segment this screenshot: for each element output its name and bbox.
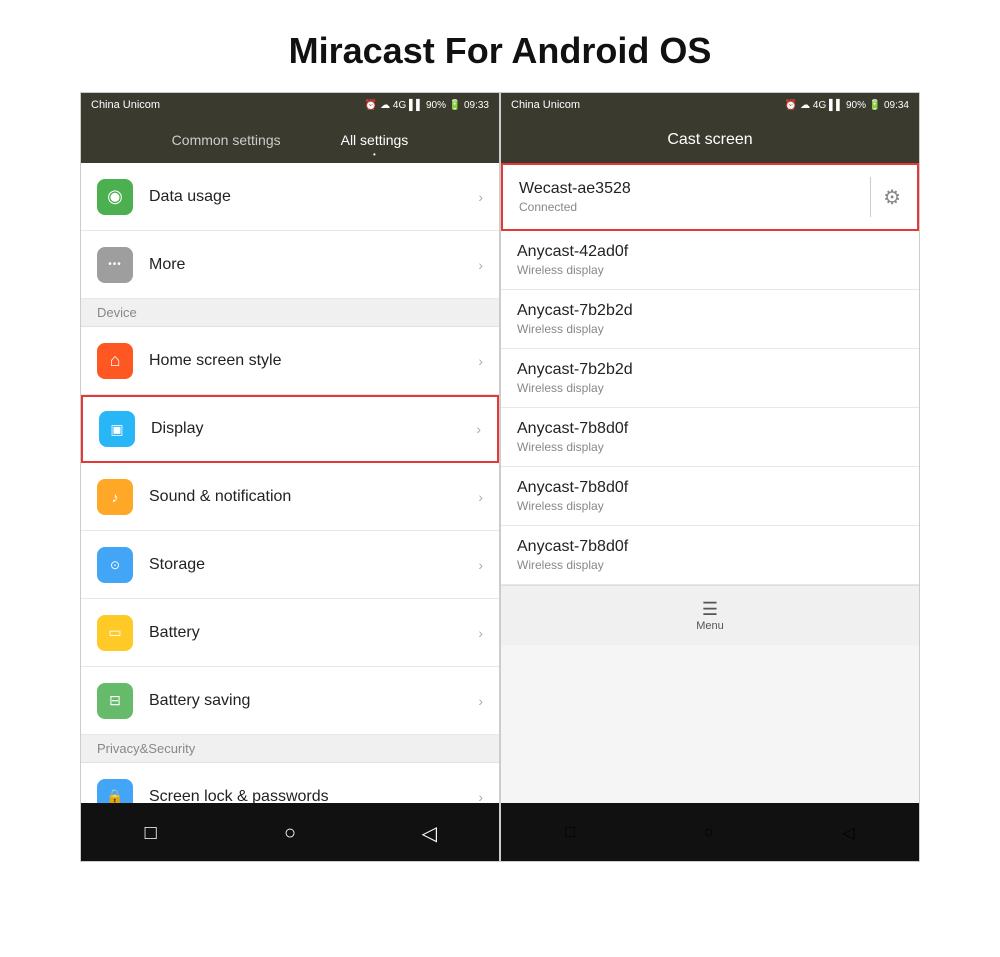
device-name-1: Anycast-42ad0f (517, 243, 628, 261)
battery-saving-chevron: › (478, 693, 483, 709)
left-nav-back[interactable]: ◁ (409, 813, 449, 853)
cast-menu-footer: ☰ Menu (501, 585, 919, 645)
connected-device-info: Wecast-ae3528 Connected (519, 180, 631, 214)
right-nav-back[interactable]: ◁ (842, 823, 854, 843)
cast-settings-icon[interactable]: ⚙ (883, 185, 901, 210)
device-name-3: Anycast-7b2b2d (517, 361, 633, 379)
device-status-3: Wireless display (517, 381, 633, 395)
battery-saving-icon: ⊟ (97, 683, 133, 719)
device-status-4: Wireless display (517, 440, 628, 454)
storage-chevron: › (478, 557, 483, 573)
sound-label: Sound & notification (149, 488, 478, 506)
battery-chevron: › (478, 625, 483, 641)
sound-icon: ♪ (97, 479, 133, 515)
device-name-6: Anycast-7b8d0f (517, 538, 628, 556)
right-status-bar: China Unicom ⏰ ☁ 4G ▌▌ 90% 🔋 09:34 (501, 93, 919, 117)
cast-item-5[interactable]: Anycast-7b8d0f Wireless display (501, 467, 919, 526)
more-chevron: › (478, 257, 483, 273)
tab-all-settings[interactable]: All settings (311, 117, 439, 163)
settings-item-screen-lock[interactable]: 🔒 Screen lock & passwords › (81, 763, 499, 803)
device-name-2: Anycast-7b2b2d (517, 302, 633, 320)
cast-list: Wecast-ae3528 Connected ⚙ Anycast-42ad0f… (501, 163, 919, 803)
left-tab-bar: Common settings All settings (81, 117, 499, 163)
device-name-5: Anycast-7b8d0f (517, 479, 628, 497)
cast-title-bar: Cast screen (501, 117, 919, 163)
cast-item-2[interactable]: Anycast-7b2b2d Wireless display (501, 290, 919, 349)
data-usage-chevron: › (478, 189, 483, 205)
data-usage-label: Data usage (149, 188, 478, 206)
tab-common-settings[interactable]: Common settings (142, 117, 311, 163)
settings-item-battery[interactable]: ▭ Battery › (81, 599, 499, 667)
home-screen-chevron: › (478, 353, 483, 369)
cast-item-6[interactable]: Anycast-7b8d0f Wireless display (501, 526, 919, 585)
connected-device-name: Wecast-ae3528 (519, 180, 631, 198)
menu-hamburger-icon[interactable]: ☰ (702, 600, 718, 618)
page-title: Miracast For Android OS (0, 0, 1000, 92)
left-settings-list: ◉ Data usage › ••• More › Device ⌂ Home … (81, 163, 499, 803)
home-screen-icon: ⌂ (97, 343, 133, 379)
cast-divider (870, 177, 871, 217)
battery-label: Battery (149, 624, 478, 642)
display-icon: ▣ (99, 411, 135, 447)
device-status-6: Wireless display (517, 558, 628, 572)
home-screen-label: Home screen style (149, 352, 478, 370)
right-nav-circle[interactable]: ○ (704, 824, 714, 842)
left-nav-circle[interactable]: ○ (270, 813, 310, 853)
right-nav-bar: □ ○ ◁ (501, 803, 919, 862)
device-status-5: Wireless display (517, 499, 628, 513)
right-nav-square[interactable]: □ (565, 824, 575, 842)
settings-item-display[interactable]: ▣ Display › (81, 395, 499, 463)
settings-item-home-screen[interactable]: ⌂ Home screen style › (81, 327, 499, 395)
settings-item-more[interactable]: ••• More › (81, 231, 499, 299)
cast-item-3[interactable]: Anycast-7b2b2d Wireless display (501, 349, 919, 408)
phones-container: China Unicom ⏰ ☁ 4G ▌▌ 90% 🔋 09:33 Commo… (0, 92, 1000, 862)
storage-label: Storage (149, 556, 478, 574)
device-status-1: Wireless display (517, 263, 628, 277)
device-info-5: Anycast-7b8d0f Wireless display (517, 479, 628, 513)
battery-icon: ▭ (97, 615, 133, 651)
connected-device-right: ⚙ (858, 177, 901, 217)
sound-chevron: › (478, 489, 483, 505)
device-info-1: Anycast-42ad0f Wireless display (517, 243, 628, 277)
cast-item-1[interactable]: Anycast-42ad0f Wireless display (501, 231, 919, 290)
screen-lock-chevron: › (478, 789, 483, 804)
left-carrier: China Unicom (91, 99, 160, 111)
screen-lock-icon: 🔒 (97, 779, 133, 804)
display-chevron: › (476, 421, 481, 437)
cast-title: Cast screen (667, 131, 752, 149)
cast-item-connected[interactable]: Wecast-ae3528 Connected ⚙ (501, 163, 919, 231)
left-nav-square[interactable]: □ (131, 813, 171, 853)
left-nav-bar: □ ○ ◁ (81, 803, 499, 862)
section-device: Device (81, 299, 499, 327)
menu-label: Menu (696, 620, 724, 632)
cast-item-4[interactable]: Anycast-7b8d0f Wireless display (501, 408, 919, 467)
settings-item-sound[interactable]: ♪ Sound & notification › (81, 463, 499, 531)
device-info-2: Anycast-7b2b2d Wireless display (517, 302, 633, 336)
device-info-3: Anycast-7b2b2d Wireless display (517, 361, 633, 395)
right-phone: China Unicom ⏰ ☁ 4G ▌▌ 90% 🔋 09:34 Cast … (500, 92, 920, 862)
device-status-2: Wireless display (517, 322, 633, 336)
settings-item-data-usage[interactable]: ◉ Data usage › (81, 163, 499, 231)
data-usage-icon: ◉ (97, 179, 133, 215)
settings-item-battery-saving[interactable]: ⊟ Battery saving › (81, 667, 499, 735)
left-phone: China Unicom ⏰ ☁ 4G ▌▌ 90% 🔋 09:33 Commo… (80, 92, 500, 862)
left-status-bar: China Unicom ⏰ ☁ 4G ▌▌ 90% 🔋 09:33 (81, 93, 499, 117)
device-info-4: Anycast-7b8d0f Wireless display (517, 420, 628, 454)
right-carrier: China Unicom (511, 99, 580, 111)
settings-item-storage[interactable]: ⊙ Storage › (81, 531, 499, 599)
section-privacy: Privacy&Security (81, 735, 499, 763)
storage-icon: ⊙ (97, 547, 133, 583)
battery-saving-label: Battery saving (149, 692, 478, 710)
device-info-6: Anycast-7b8d0f Wireless display (517, 538, 628, 572)
right-status-icons: ⏰ ☁ 4G ▌▌ 90% 🔋 09:34 (785, 100, 909, 111)
connected-device-status: Connected (519, 200, 631, 214)
left-status-icons: ⏰ ☁ 4G ▌▌ 90% 🔋 09:33 (365, 100, 489, 111)
screen-lock-label: Screen lock & passwords (149, 788, 478, 804)
display-label: Display (151, 420, 476, 438)
more-icon: ••• (97, 247, 133, 283)
device-name-4: Anycast-7b8d0f (517, 420, 628, 438)
more-label: More (149, 256, 478, 274)
